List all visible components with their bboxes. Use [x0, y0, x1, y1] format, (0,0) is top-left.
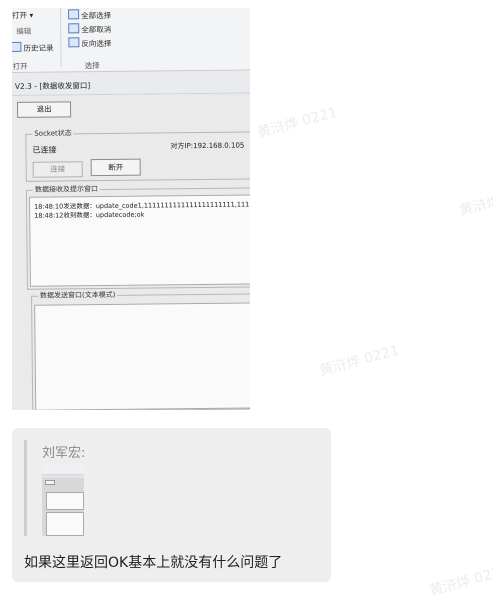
history-icon — [12, 41, 22, 52]
select-all-icon — [68, 9, 80, 20]
thumbnail-textbox — [46, 492, 84, 510]
select-none-label: 全部取消 — [81, 24, 112, 35]
thumbnail-ribbon — [42, 464, 84, 474]
open-group-label: 打开 — [12, 61, 28, 71]
connection-status: 已连接 — [32, 145, 57, 155]
quote-sender: 刘军宏: — [42, 446, 86, 461]
socket-group-title: Socket状态 — [32, 128, 74, 139]
invert-selection-icon — [68, 37, 80, 48]
select-all-item[interactable]: 全部选择 — [68, 9, 111, 21]
invert-selection-label: 反向选择 — [81, 38, 112, 49]
receive-group-title: 数据接收及提示窗口 — [32, 184, 100, 195]
exit-button[interactable]: 退出 — [17, 101, 72, 118]
history-label: 历史记录 — [23, 43, 54, 53]
disconnect-button[interactable]: 断开 — [90, 158, 141, 177]
watermark: 黄浒烨 0221 — [427, 562, 493, 600]
connect-button[interactable]: 连接 — [32, 161, 83, 178]
watermark: 黄浒烨 0221 — [457, 183, 493, 220]
select-group-label: 选择 — [84, 61, 100, 71]
select-none-item[interactable]: 全部取消 — [68, 23, 111, 35]
thumbnail-textbox — [46, 512, 84, 536]
message-text: 如果这里返回OK基本上就没有什么问题了 — [24, 555, 283, 571]
chat-message-card[interactable]: 刘军宏: 如果这里返回OK基本上就没有什么问题了 — [12, 428, 331, 582]
select-none-icon — [68, 23, 80, 34]
invert-selection-item[interactable]: 反向选择 — [68, 37, 111, 49]
send-group-title: 数据发送窗口(文本模式) — [37, 289, 118, 301]
socket-group: Socket状态 已连接 对方IP:192.168.0.105 连接 断开 — [25, 128, 250, 182]
send-input[interactable] — [34, 302, 250, 410]
screen-photo[interactable]: 打开 ▾ 编辑 历史记录 打开 全部选择 全部取消 反向选择 选择 V2.3 -… — [12, 8, 250, 410]
thumbnail-titlebar — [42, 475, 84, 478]
send-group: 数据发送窗口(文本模式) — [31, 289, 250, 410]
edit-item[interactable]: 编辑 — [16, 26, 31, 37]
quoted-image-thumbnail[interactable] — [42, 464, 84, 536]
peer-ip: 对方IP:192.168.0.105 — [170, 141, 245, 151]
select-all-label: 全部选择 — [81, 10, 112, 21]
thumbnail-button — [45, 480, 55, 485]
watermark: 黄浒烨 0221 — [317, 342, 402, 380]
log-line: 18:48:12收到数据：updatecode;ok — [34, 210, 145, 220]
receive-log[interactable]: 18:48:10发送数据：update_code1,11111111111111… — [28, 194, 250, 287]
history-item[interactable]: 历史记录 — [12, 41, 54, 54]
ribbon-divider — [60, 8, 62, 68]
open-menu[interactable]: 打开 ▾ — [12, 10, 33, 21]
ribbon: 打开 ▾ 编辑 历史记录 打开 全部选择 全部取消 反向选择 选择 — [12, 8, 250, 73]
watermark: 黄浒烨 0221 — [255, 104, 340, 142]
quote-bar — [24, 440, 27, 536]
app-window: 退出 Socket状态 已连接 对方IP:192.168.0.105 连接 断开… — [12, 93, 250, 410]
receive-group: 数据接收及提示窗口 18:48:10发送数据：update_code1,1111… — [25, 184, 250, 290]
